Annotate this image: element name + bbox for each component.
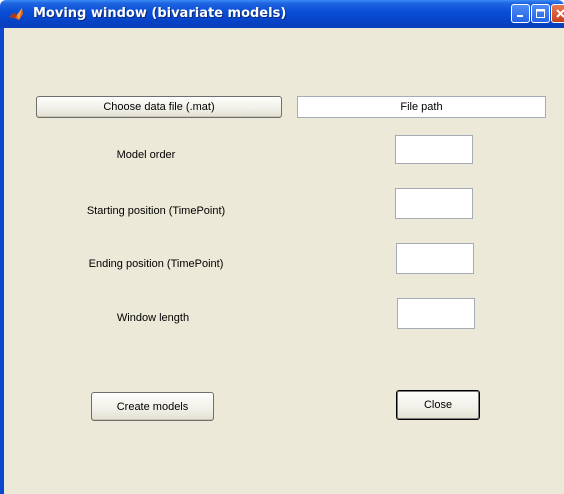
maximize-icon xyxy=(536,9,545,18)
starting-position-input[interactable] xyxy=(395,188,473,219)
minimize-icon xyxy=(517,15,523,17)
ending-position-label: Ending position (TimePoint) xyxy=(88,258,224,270)
file-path-text: File path xyxy=(400,101,443,113)
close-icon xyxy=(556,9,564,18)
create-models-label: Create models xyxy=(116,400,189,413)
model-order-label: Model order xyxy=(116,149,176,161)
model-order-input[interactable] xyxy=(395,135,473,164)
close-label: Close xyxy=(423,399,453,411)
starting-position-label: Starting position (TimePoint) xyxy=(86,205,226,217)
window-title: Moving window (bivariate models) xyxy=(33,6,287,21)
close-button[interactable]: Close xyxy=(396,390,480,420)
moving-window-dialog: Moving window (bivariate models) Choose … xyxy=(0,0,564,494)
matlab-logo-icon xyxy=(9,8,23,20)
title-bar[interactable]: Moving window (bivariate models) xyxy=(0,0,564,28)
create-models-button[interactable]: Create models xyxy=(91,392,214,421)
window-length-input[interactable] xyxy=(397,298,475,329)
ending-position-input[interactable] xyxy=(396,243,474,274)
choose-data-file-button[interactable]: Choose data file (.mat) xyxy=(36,96,282,118)
file-path-field[interactable]: File path xyxy=(297,96,546,118)
close-window-button[interactable] xyxy=(551,4,564,23)
window-length-label: Window length xyxy=(116,312,190,324)
choose-data-file-label: Choose data file (.mat) xyxy=(103,101,215,113)
maximize-button[interactable] xyxy=(531,4,550,23)
minimize-button[interactable] xyxy=(511,4,530,23)
